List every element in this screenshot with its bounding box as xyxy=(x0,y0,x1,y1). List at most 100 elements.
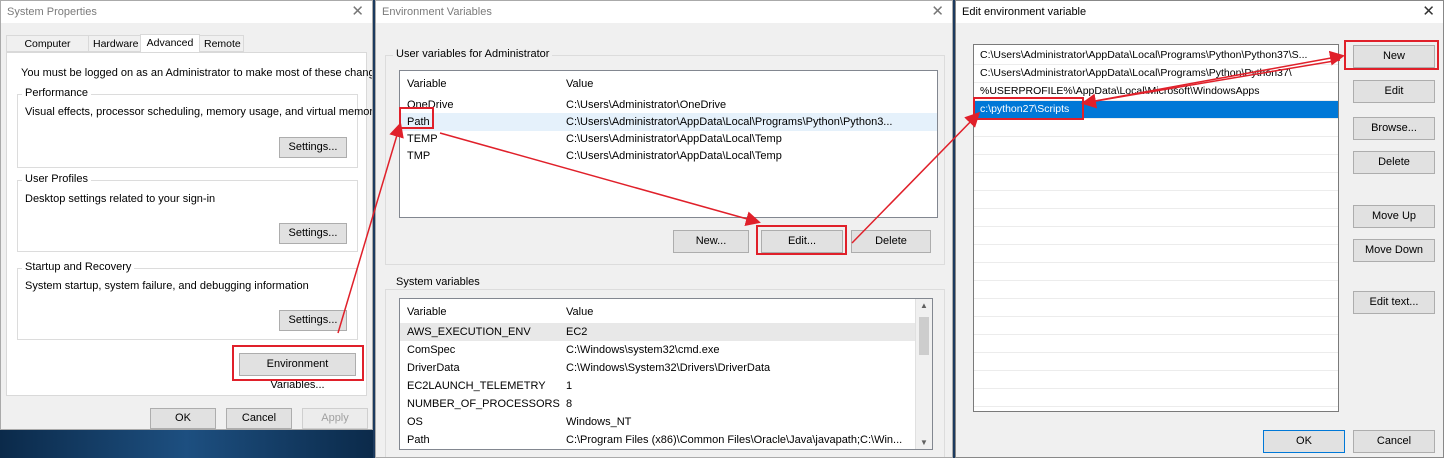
empty-list-row xyxy=(974,137,1338,155)
startup-settings-button[interactable]: Settings... xyxy=(279,310,347,331)
system-properties-titlebar: System Properties ✕ xyxy=(1,1,372,23)
new-button[interactable]: New xyxy=(1353,45,1435,68)
variable-value: C:\Users\Administrator\AppData\Local\Pro… xyxy=(566,116,893,128)
empty-list-row xyxy=(974,155,1338,173)
empty-list-row xyxy=(974,173,1338,191)
user-profiles-desc: Desktop settings related to your sign-in xyxy=(25,193,216,205)
scrollbar-thumb[interactable] xyxy=(919,317,929,355)
scroll-down-icon[interactable]: ▼ xyxy=(916,438,932,447)
list-item[interactable]: TMP C:\Users\Administrator\AppData\Local… xyxy=(400,147,937,165)
move-up-button[interactable]: Move Up xyxy=(1353,205,1435,228)
list-item[interactable]: AWS_EXECUTION_ENV EC2 xyxy=(400,323,932,341)
delete-button[interactable]: Delete xyxy=(1353,151,1435,174)
empty-list-row xyxy=(974,299,1338,317)
variable-name: Path xyxy=(407,116,430,128)
environment-variables-button[interactable]: Environment Variables... xyxy=(239,353,356,391)
browse-button[interactable]: Browse... xyxy=(1353,117,1435,140)
list-item[interactable]: Path C:\Program Files (x86)\Common Files… xyxy=(400,431,932,449)
list-header: Variable Value xyxy=(400,75,937,93)
tab-computer-name[interactable]: Computer Name xyxy=(6,35,89,67)
list-item[interactable]: Path C:\Users\Administrator\AppData\Loca… xyxy=(400,113,937,131)
list-item[interactable]: EC2LAUNCH_TELEMETRY 1 xyxy=(400,377,932,395)
variable-name: NUMBER_OF_PROCESSORS xyxy=(407,398,560,410)
user-profiles-settings-button[interactable]: Settings... xyxy=(279,223,347,244)
close-icon[interactable]: ✕ xyxy=(1422,1,1435,23)
empty-list-row xyxy=(974,371,1338,389)
user-variables-label: User variables for Administrator xyxy=(393,48,553,60)
col-value-header[interactable]: Value xyxy=(566,303,593,321)
apply-button[interactable]: Apply xyxy=(302,408,368,429)
tab-advanced[interactable]: Advanced xyxy=(140,34,200,53)
performance-desc: Visual effects, processor scheduling, me… xyxy=(25,106,373,118)
variable-value: C:\Windows\system32\cmd.exe xyxy=(566,344,720,356)
user-delete-button[interactable]: Delete xyxy=(851,230,931,253)
system-variables-label: System variables xyxy=(393,276,483,288)
empty-list-row xyxy=(974,191,1338,209)
vertical-scrollbar[interactable]: ▲ ▼ xyxy=(915,299,932,449)
list-item[interactable]: DriverData C:\Windows\System32\Drivers\D… xyxy=(400,359,932,377)
variable-name: OneDrive xyxy=(407,99,454,111)
performance-settings-button[interactable]: Settings... xyxy=(279,137,347,158)
list-item[interactable]: OS Windows_NT xyxy=(400,413,932,431)
list-item[interactable]: C:\Users\Administrator\AppData\Local\Pro… xyxy=(974,47,1338,65)
variable-value: C:\Windows\System32\Drivers\DriverData xyxy=(566,362,771,374)
system-variables-list[interactable]: Variable Value AWS_EXECUTION_ENV EC2 Com… xyxy=(399,298,933,450)
system-properties-dialog: System Properties ✕ Computer Name Hardwa… xyxy=(0,0,373,430)
edit-env-title: Edit environment variable xyxy=(962,6,1087,18)
edit-button[interactable]: Edit xyxy=(1353,80,1435,103)
cancel-button[interactable]: Cancel xyxy=(226,408,292,429)
empty-list-row xyxy=(974,353,1338,371)
tab-remote[interactable]: Remote xyxy=(199,35,244,52)
list-item-selected[interactable]: c:\python27\Scripts xyxy=(974,101,1338,119)
user-variables-list[interactable]: Variable Value OneDrive C:\Users\Adminis… xyxy=(399,70,938,218)
env-vars-title: Environment Variables xyxy=(382,6,492,18)
move-down-button[interactable]: Move Down xyxy=(1353,239,1435,262)
col-value-header[interactable]: Value xyxy=(566,75,593,93)
list-item[interactable]: TEMP C:\Users\Administrator\AppData\Loca… xyxy=(400,130,937,148)
list-item[interactable]: %USERPROFILE%\AppData\Local\Microsoft\Wi… xyxy=(974,83,1338,101)
environment-variables-dialog: Environment Variables ✕ User variables f… xyxy=(375,0,953,458)
empty-list-row xyxy=(974,119,1338,137)
ok-button[interactable]: OK xyxy=(150,408,216,429)
scroll-up-icon[interactable]: ▲ xyxy=(916,301,932,310)
variable-value: 1 xyxy=(566,380,573,392)
col-variable-header[interactable]: Variable xyxy=(407,303,447,321)
cancel-button[interactable]: Cancel xyxy=(1353,430,1435,453)
edit-text-button[interactable]: Edit text... xyxy=(1353,291,1435,314)
variable-name: DriverData xyxy=(407,362,460,374)
empty-list-row xyxy=(974,335,1338,353)
startup-recovery-label: Startup and Recovery xyxy=(22,261,135,273)
empty-list-row xyxy=(974,209,1338,227)
col-variable-header[interactable]: Variable xyxy=(407,75,447,93)
list-item[interactable]: OneDrive C:\Users\Administrator\OneDrive xyxy=(400,96,937,114)
list-item[interactable]: NUMBER_OF_PROCESSORS 8 xyxy=(400,395,932,413)
admin-notice: You must be logged on as an Administrato… xyxy=(21,67,373,79)
empty-list-row xyxy=(974,317,1338,335)
variable-value: EC2 xyxy=(566,326,588,338)
empty-list-row xyxy=(974,227,1338,245)
ok-button[interactable]: OK xyxy=(1263,430,1345,453)
user-new-button[interactable]: New... xyxy=(673,230,749,253)
list-item[interactable]: ComSpec C:\Windows\system32\cmd.exe xyxy=(400,341,932,359)
empty-list-row xyxy=(974,281,1338,299)
path-entries-list[interactable]: C:\Users\Administrator\AppData\Local\Pro… xyxy=(973,44,1339,412)
close-icon[interactable]: ✕ xyxy=(351,1,364,23)
env-vars-titlebar: Environment Variables ✕ xyxy=(376,1,952,23)
variable-value: Windows_NT xyxy=(566,416,632,428)
user-edit-button[interactable]: Edit... xyxy=(761,230,843,253)
list-item[interactable]: C:\Users\Administrator\AppData\Local\Pro… xyxy=(974,65,1338,83)
user-profiles-label: User Profiles xyxy=(22,173,91,185)
empty-list-row xyxy=(974,245,1338,263)
variable-value: C:\Users\Administrator\OneDrive xyxy=(566,99,727,111)
variable-name: TEMP xyxy=(407,133,438,145)
variable-value: C:\Users\Administrator\AppData\Local\Tem… xyxy=(566,133,782,145)
tab-hardware[interactable]: Hardware xyxy=(88,35,141,52)
empty-list-row xyxy=(974,263,1338,281)
edit-env-titlebar: Edit environment variable ✕ xyxy=(956,1,1443,23)
variable-name: ComSpec xyxy=(407,344,456,356)
empty-list-row xyxy=(974,407,1338,411)
close-icon[interactable]: ✕ xyxy=(931,1,944,23)
variable-name: Path xyxy=(407,434,430,446)
variable-value: C:\Program Files (x86)\Common Files\Orac… xyxy=(566,434,903,446)
variable-name: OS xyxy=(407,416,423,428)
